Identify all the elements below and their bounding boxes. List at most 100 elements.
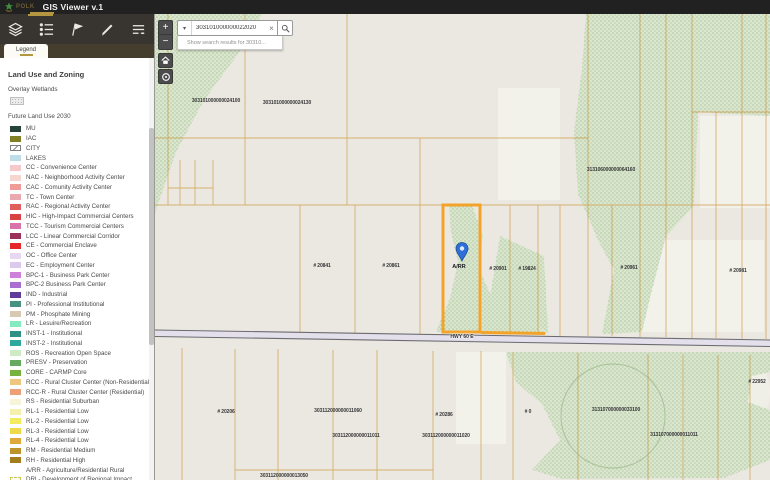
- legend-swatch: [10, 233, 21, 239]
- legend-item-label: HIC - High-Impact Commercial Centers: [26, 213, 134, 220]
- legend-group-overlay-wetlands: Overlay Wetlands: [8, 86, 154, 93]
- legend-swatch: [10, 360, 21, 366]
- legend-item-label: BPC-1 - Business Park Center: [26, 272, 110, 279]
- search-source-dropdown[interactable]: ▾: [178, 21, 192, 35]
- search-clear-button[interactable]: ×: [266, 24, 277, 33]
- draw-button[interactable]: [95, 16, 121, 42]
- page-title: GIS Viewer v.1: [43, 2, 104, 12]
- legend-swatch: [10, 272, 21, 278]
- legend-item-label: LCC - Linear Commercial Corridor: [26, 233, 120, 240]
- legend-swatch: [10, 311, 21, 317]
- legend-item-label: RCC - Rural Cluster Center (Non-Resident…: [26, 379, 151, 386]
- legend-item: LAKES: [8, 153, 154, 163]
- legend-item: ROS - Recreation Open Space: [8, 348, 154, 358]
- legend-item: RH - Residential High: [8, 456, 154, 466]
- legend-item: TCC - Tourism Commercial Centers: [8, 222, 154, 232]
- legend-list-icon: [39, 22, 54, 37]
- legend-item: BPC-2 Business Park Center: [8, 280, 154, 290]
- legend-swatch: [10, 340, 21, 346]
- locate-icon: [161, 72, 171, 82]
- home-button[interactable]: [158, 53, 173, 68]
- legend-swatch: [10, 165, 21, 171]
- tab-legend[interactable]: Legend: [4, 44, 48, 58]
- legend-item-label: CORE - CARMP Core: [26, 369, 87, 376]
- legend-swatch: [10, 321, 21, 327]
- legend-item: IAC: [8, 134, 154, 144]
- legend-group-future-land-use: Future Land Use 2030: [8, 113, 154, 120]
- search-suggestion[interactable]: Show search results for 30310...: [177, 36, 283, 50]
- legend-swatch: [10, 389, 21, 395]
- app-header: POLK GIS Viewer v.1: [0, 0, 770, 14]
- legend-item: BPC-1 - Business Park Center: [8, 270, 154, 280]
- locate-button[interactable]: [158, 69, 173, 84]
- legend-item-label: EC - Employment Center: [26, 262, 95, 269]
- legend-item-label: PM - Phosphate Mining: [26, 311, 90, 318]
- logo-text: POLK: [16, 4, 35, 10]
- highlight-segment: [481, 333, 545, 334]
- legend-item-label: NAC - Neighborhood Activity Center: [26, 174, 125, 181]
- legend-item-label: RCC-R - Rural Cluster Center (Residentia…: [26, 389, 144, 396]
- legend-swatch: [10, 418, 21, 424]
- layers-icon: [8, 22, 23, 37]
- legend-item-label: IAC: [26, 135, 36, 142]
- legend-item-label: CE - Commercial Enclave: [26, 242, 97, 249]
- legend-item: RL-4 - Residential Low: [8, 436, 154, 446]
- legend-scrollbar-track[interactable]: [149, 58, 154, 480]
- legend-swatch: [10, 448, 21, 454]
- legend-swatch: [10, 175, 21, 181]
- zoom-out-button[interactable]: −: [158, 35, 173, 50]
- legend-item-label: CITY: [26, 145, 40, 152]
- legend-item: CE - Commercial Enclave: [8, 241, 154, 251]
- active-tool-indicator: [28, 14, 53, 16]
- legend-swatch: [10, 204, 21, 210]
- zoom-in-button[interactable]: +: [158, 20, 173, 35]
- legend-scrollbar-thumb[interactable]: [149, 128, 154, 345]
- legend-item: PRESV - Preservation: [8, 358, 154, 368]
- legend-swatch: [10, 409, 21, 415]
- legend-item: HIC - High-Impact Commercial Centers: [8, 212, 154, 222]
- legend-item: RS - Residential Suburban: [8, 397, 154, 407]
- legend-item: A/RR - Agriculture/Residential Rural: [8, 465, 154, 475]
- app-logo: POLK: [4, 2, 35, 12]
- legend-item-label: RS - Residential Suburban: [26, 398, 99, 405]
- legend-swatch: [10, 145, 21, 151]
- legend-swatch: [10, 457, 21, 463]
- legend-item: RCC - Rural Cluster Center (Non-Resident…: [8, 378, 154, 388]
- basemap-button[interactable]: [64, 16, 90, 42]
- legend-items: MUIACCITYLAKESCC - Convenience CenterNAC…: [8, 124, 154, 480]
- legend-item: LCC - Linear Commercial Corridor: [8, 231, 154, 241]
- results-button[interactable]: [126, 16, 152, 42]
- search-bar: ▾ 303101000000022020 ×: [177, 20, 293, 36]
- draw-pencil-icon: [100, 22, 115, 37]
- legend-item: RL-1 - Residential Low: [8, 407, 154, 417]
- legend-swatch: [10, 428, 21, 434]
- legend-item: RAC - Regional Activity Center: [8, 202, 154, 212]
- legend-swatch: [10, 379, 21, 385]
- legend-swatch: [10, 126, 21, 132]
- legend-item-label: TC - Town Center: [26, 194, 74, 201]
- legend-item-label: RH - Residential High: [26, 457, 86, 464]
- tree-logo-icon: [4, 2, 14, 12]
- legend-item-label: MU: [26, 125, 36, 132]
- search-icon: [281, 24, 290, 33]
- legend-item-label: LAKES: [26, 155, 46, 162]
- legend-swatch: [10, 136, 21, 142]
- search-input[interactable]: 303101000000022020: [192, 25, 266, 31]
- legend-button[interactable]: [33, 16, 59, 42]
- legend-item-label: DRI - Development of Regional Impact: [26, 476, 132, 480]
- legend-item-label: INST-2 - Institutional: [26, 340, 82, 347]
- legend-swatch: [10, 292, 21, 298]
- layers-button[interactable]: [2, 16, 28, 42]
- panel-tabstrip: Legend: [0, 44, 154, 58]
- legend-swatch: [10, 350, 21, 356]
- legend-item: OC - Office Center: [8, 251, 154, 261]
- legend-item: PM - Phosphate Mining: [8, 309, 154, 319]
- legend-item: PI - Professional Institutional: [8, 300, 154, 310]
- search-submit-button[interactable]: [277, 21, 292, 35]
- legend-item-label: ROS - Recreation Open Space: [26, 350, 111, 357]
- legend-item-label: INST-1 - Institutional: [26, 330, 82, 337]
- legend-item: NAC - Neighborhood Activity Center: [8, 173, 154, 183]
- toolbar: [0, 14, 154, 44]
- gis-viewer-app: POLK GIS Viewer v.1: [0, 0, 770, 480]
- location-pin-icon[interactable]: [454, 241, 470, 263]
